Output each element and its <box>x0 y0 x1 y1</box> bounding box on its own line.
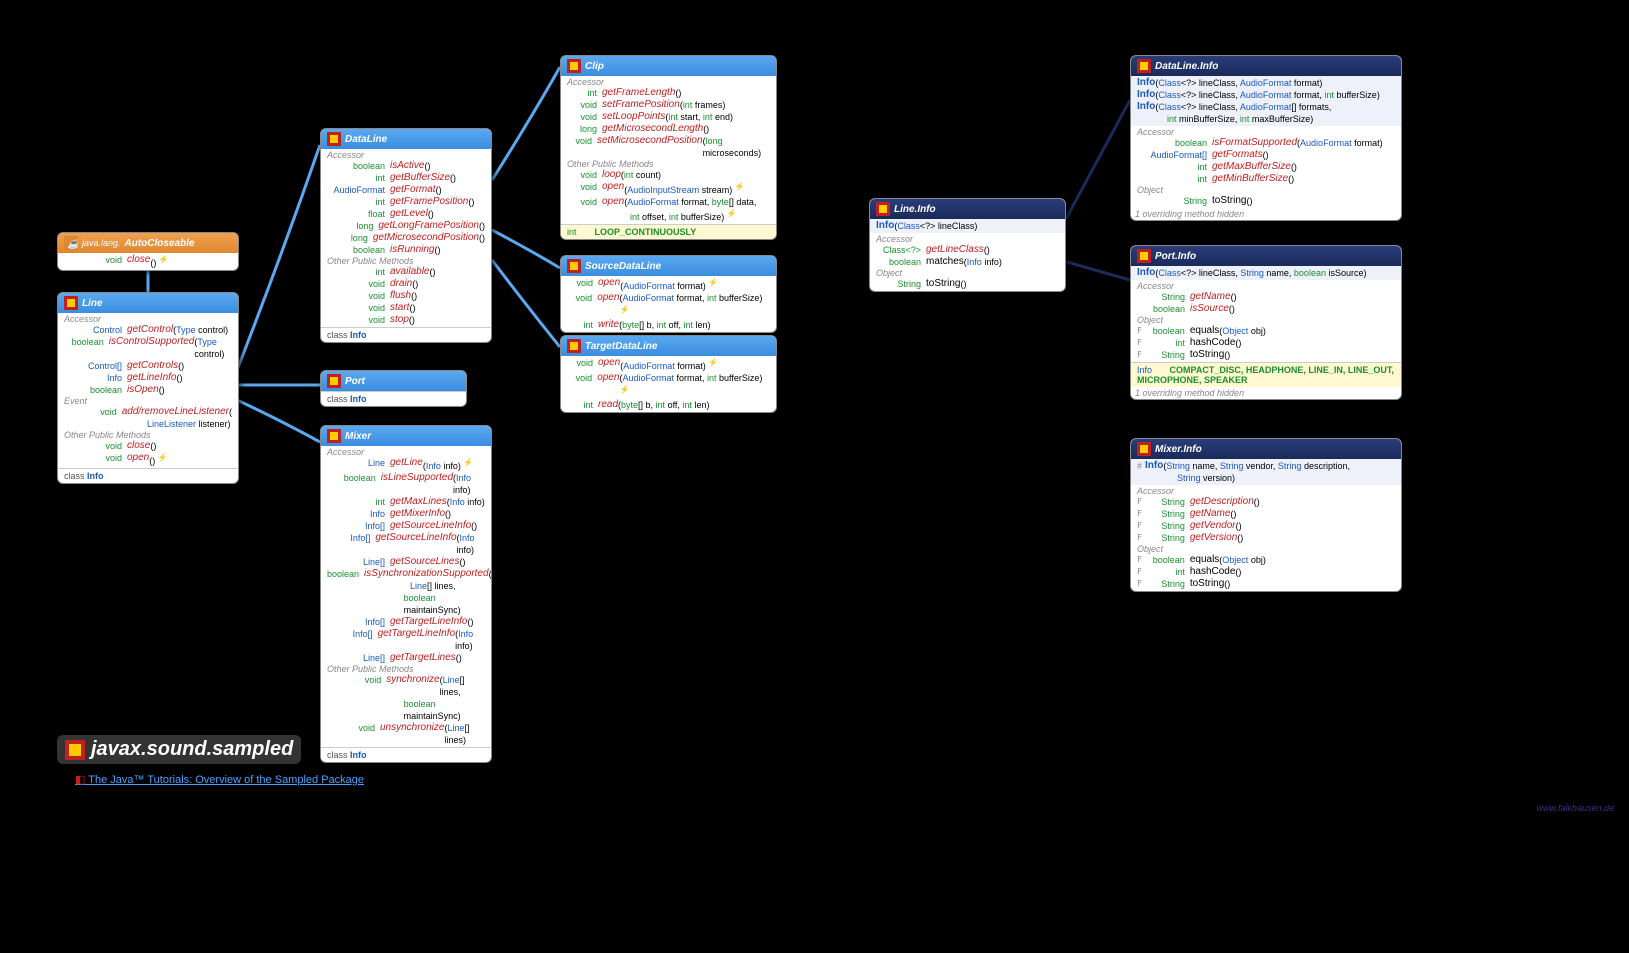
info-link[interactable]: Info <box>87 471 104 481</box>
class-title: DataLine.Info <box>1155 61 1218 72</box>
constant: COMPACT_DISC, HEADPHONE, LINE_IN, LINE_O… <box>1137 365 1394 385</box>
class-dataline: DataLine Accessor booleanisActive () int… <box>320 128 492 343</box>
class-header: ☕ java.lang.AutoCloseable <box>58 233 238 253</box>
class-mixer: Mixer Accessor LinegetLine (Info info) ⚡… <box>320 425 492 763</box>
package-title: javax.sound.sampled <box>57 735 301 764</box>
class-title: AutoCloseable <box>125 238 195 249</box>
class-title: Mixer.Info <box>1155 444 1202 455</box>
interface-icon <box>567 59 581 73</box>
class-icon <box>1137 442 1151 456</box>
class-portinfo: Port.Info Info (Class<?> lineClass, Stri… <box>1130 245 1402 400</box>
interface-icon <box>64 296 78 310</box>
class-autocloseable: ☕ java.lang.AutoCloseable voidclose () ⚡ <box>57 232 239 271</box>
class-lineinfo: Line.Info Info (Class<?> lineClass) Acce… <box>869 198 1066 292</box>
class-clip: Clip Accessor intgetFrameLength () voids… <box>560 55 777 240</box>
class-port: Port class Info <box>320 370 467 407</box>
info-link[interactable]: Info <box>350 330 367 340</box>
class-line: Line Accessor ControlgetControl (Type co… <box>57 292 239 484</box>
class-targetdataline: TargetDataLine voidopen (AudioFormat for… <box>560 335 777 413</box>
class-icon <box>1137 59 1151 73</box>
info-link[interactable]: Info <box>350 394 367 404</box>
interface-icon <box>327 374 341 388</box>
constant: LOOP_CONTINUOUSLY <box>595 227 697 237</box>
interface-icon <box>327 132 341 146</box>
class-title: SourceDataLine <box>585 261 661 272</box>
class-title: Clip <box>585 61 604 72</box>
class-title: Line.Info <box>894 204 936 215</box>
class-title: DataLine <box>345 134 387 145</box>
class-icon <box>876 202 890 216</box>
class-icon <box>1137 249 1151 263</box>
interface-icon <box>567 259 581 273</box>
class-title: TargetDataLine <box>585 341 657 352</box>
class-sourcedataline: SourceDataLine voidopen (AudioFormat for… <box>560 255 777 333</box>
interface-icon: ☕ <box>64 236 78 250</box>
class-title: Mixer <box>345 431 371 442</box>
method-name: close <box>127 254 150 269</box>
class-title: Port.Info <box>1155 251 1196 262</box>
class-title: Line <box>82 298 103 309</box>
interface-icon <box>327 429 341 443</box>
tutorial-link[interactable]: ◧ The Java™ Tutorials: Overview of the S… <box>75 773 364 786</box>
class-header: Line <box>58 293 238 313</box>
info-link[interactable]: Info <box>350 750 367 760</box>
class-mixerinfo: Mixer.Info #Info (String name, String ve… <box>1130 438 1402 592</box>
svg-text:☕: ☕ <box>66 237 78 250</box>
interface-icon <box>567 339 581 353</box>
site-link[interactable]: www.falkhausen.de <box>1536 803 1614 813</box>
package-icon <box>65 740 85 760</box>
class-title: Port <box>345 376 365 387</box>
class-datalineinfo: DataLine.Info Info (Class<?> lineClass, … <box>1130 55 1402 221</box>
